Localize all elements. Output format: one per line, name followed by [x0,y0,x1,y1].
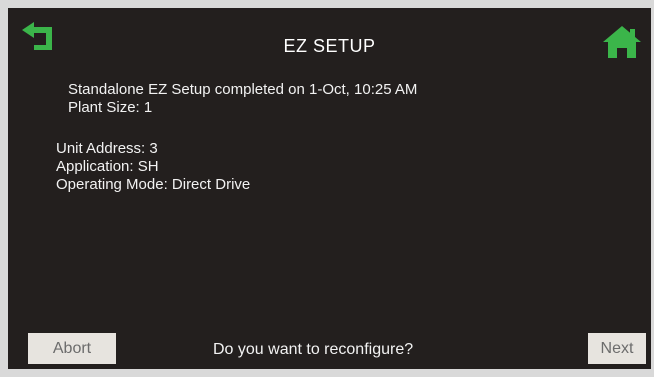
setup-summary: Standalone EZ Setup completed on 1-Oct, … [68,81,417,117]
unit-details: Unit Address: 3 Application: SH Operatin… [56,140,250,194]
application-text: Application: SH [56,158,159,175]
home-button[interactable] [601,24,643,60]
abort-button[interactable]: Abort [28,333,116,364]
unit-address-text: Unit Address: 3 [56,140,158,157]
plant-size-text: Plant Size: 1 [68,99,153,116]
reconfigure-prompt: Do you want to reconfigure? [213,341,414,358]
next-button[interactable]: Next [588,333,646,364]
operating-mode-text: Operating Mode: Direct Drive [56,176,251,193]
page-title: EZ SETUP [283,36,376,56]
ez-setup-screen: EZ SETUP Standalone EZ Setup completed o… [8,8,651,369]
home-icon [603,26,641,58]
setup-completed-text: Standalone EZ Setup completed on 1-Oct, … [68,81,418,98]
